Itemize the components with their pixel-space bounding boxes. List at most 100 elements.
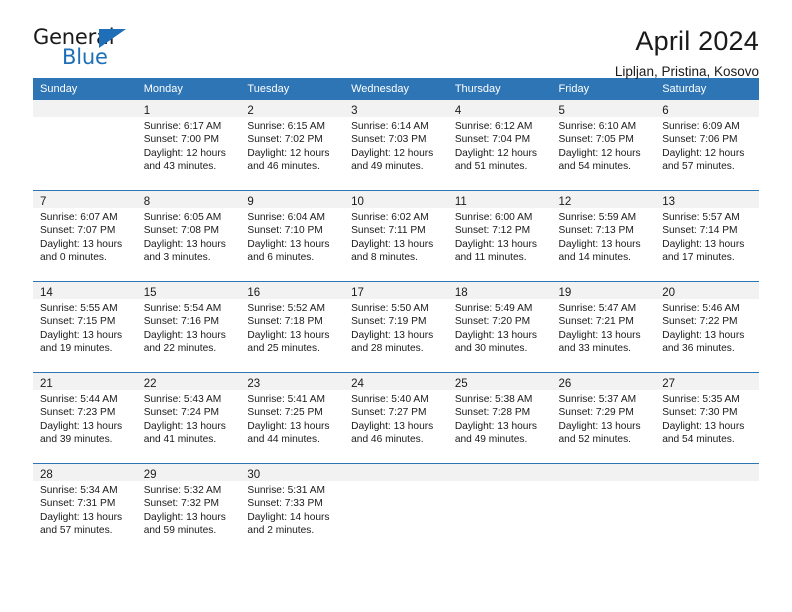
day-number-band: [447, 464, 552, 481]
day-number-band: 22: [136, 373, 241, 390]
daylight-text-line1: Daylight: 13 hours: [662, 420, 745, 432]
calendar-day-cell[interactable]: 6 Sunrise: 6:09 AM Sunset: 7:06 PM Daylight…: [655, 100, 759, 184]
calendar-day-cell[interactable]: [33, 100, 137, 184]
day-details: Sunrise: 6:17 AM Sunset: 7:00 PM Daylight:…: [137, 117, 241, 173]
day-number-band: 11: [447, 191, 552, 208]
calendar-day-cell[interactable]: 30 Sunrise: 5:31 AM Sunset: 7:33 PM Dayligh…: [240, 463, 345, 548]
calendar-day-cell[interactable]: [344, 463, 448, 548]
weekday-header-friday: Friday: [551, 78, 656, 100]
calendar-week-row: 14 Sunrise: 5:55 AM Sunset: 7:15 PM Dayligh…: [33, 281, 759, 366]
day-number: 2: [247, 105, 254, 117]
day-number-band: 9: [240, 191, 345, 208]
daylight-text-line2: and 57 minutes.: [662, 160, 735, 172]
sunset-text: Sunset: 7:28 PM: [454, 407, 531, 419]
calendar-day-cell[interactable]: 27 Sunrise: 5:35 AM Sunset: 7:30 PM Dayligh…: [655, 372, 759, 457]
sunset-text: Sunset: 7:08 PM: [143, 225, 220, 237]
calendar-week-row: 1 Sunrise: 6:17 AM Sunset: 7:00 PM Daylight…: [33, 100, 759, 184]
day-details: Sunrise: 5:37 AM Sunset: 7:29 PM Daylight:…: [552, 390, 656, 446]
daylight-text-line2: and 39 minutes.: [40, 433, 113, 445]
day-details: [344, 481, 448, 484]
day-number-band: 28: [33, 464, 137, 481]
sunset-text: Sunset: 7:05 PM: [558, 134, 634, 146]
day-details: Sunrise: 6:10 AM Sunset: 7:05 PM Daylight:…: [552, 117, 656, 173]
day-number-band: 7: [33, 191, 137, 208]
weekday-header-saturday: Saturday: [655, 78, 759, 100]
sunset-text: Sunset: 7:02 PM: [247, 134, 323, 146]
day-number-band: 8: [136, 191, 241, 208]
sunrise-text: Sunrise: 6:10 AM: [558, 121, 637, 132]
day-number-band: 23: [240, 373, 345, 390]
day-details: Sunrise: 5:49 AM Sunset: 7:20 PM Daylight:…: [448, 299, 552, 355]
daylight-text-line2: and 46 minutes.: [351, 433, 424, 445]
daylight-text-line1: Daylight: 13 hours: [247, 238, 330, 250]
calendar-day-cell[interactable]: 26 Sunrise: 5:37 AM Sunset: 7:29 PM Dayligh…: [551, 372, 656, 457]
calendar-day-cell[interactable]: [447, 463, 552, 548]
calendar-day-cell[interactable]: 4 Sunrise: 6:12 AM Sunset: 7:04 PM Daylight…: [447, 100, 552, 184]
day-number-band: [655, 464, 759, 481]
day-number-band: 25: [447, 373, 552, 390]
calendar-day-cell[interactable]: [655, 463, 759, 548]
calendar-day-cell[interactable]: 24 Sunrise: 5:40 AM Sunset: 7:27 PM Dayligh…: [344, 372, 448, 457]
day-number-band: 21: [33, 373, 137, 390]
day-number-band: 14: [33, 282, 137, 299]
sunrise-text: Sunrise: 6:12 AM: [454, 121, 533, 132]
daylight-text-line2: and 41 minutes.: [143, 433, 217, 445]
calendar-day-cell[interactable]: 10 Sunrise: 6:02 AM Sunset: 7:11 PM Dayligh…: [344, 190, 448, 275]
weekday-header-wednesday: Wednesday: [344, 78, 448, 100]
calendar-day-cell[interactable]: 7 Sunrise: 6:07 AM Sunset: 7:07 PM Daylight…: [33, 190, 137, 275]
calendar-day-cell[interactable]: 1 Sunrise: 6:17 AM Sunset: 7:00 PM Daylight…: [136, 100, 241, 184]
calendar-day-cell[interactable]: 16 Sunrise: 5:52 AM Sunset: 7:18 PM Dayligh…: [240, 281, 345, 366]
calendar-day-cell[interactable]: 25 Sunrise: 5:38 AM Sunset: 7:28 PM Dayligh…: [447, 372, 552, 457]
day-number-band: [344, 464, 448, 481]
calendar-day-cell[interactable]: 12 Sunrise: 5:59 AM Sunset: 7:13 PM Dayligh…: [551, 190, 656, 275]
sunrise-text: Sunrise: 5:44 AM: [40, 394, 118, 405]
sunrise-text: Sunrise: 6:14 AM: [351, 121, 429, 132]
calendar-day-cell[interactable]: 2 Sunrise: 6:15 AM Sunset: 7:02 PM Daylight…: [240, 100, 345, 184]
daylight-text-line1: Daylight: 13 hours: [40, 329, 123, 341]
calendar-day-cell[interactable]: 17 Sunrise: 5:50 AM Sunset: 7:19 PM Dayligh…: [344, 281, 448, 366]
day-cell-content: [33, 100, 137, 184]
daylight-text-line1: Daylight: 12 hours: [143, 147, 226, 159]
day-cell-content: 1 Sunrise: 6:17 AM Sunset: 7:00 PM Daylight…: [136, 100, 241, 184]
page-subtitle: Lipljan, Pristina, Kosovo: [614, 64, 759, 79]
calendar-day-cell[interactable]: 28 Sunrise: 5:34 AM Sunset: 7:31 PM Dayligh…: [33, 463, 137, 548]
daylight-text-line1: Daylight: 13 hours: [351, 238, 434, 250]
calendar-day-cell[interactable]: 22 Sunrise: 5:43 AM Sunset: 7:24 PM Dayligh…: [136, 372, 241, 457]
calendar-day-cell[interactable]: 19 Sunrise: 5:47 AM Sunset: 7:21 PM Dayligh…: [551, 281, 656, 366]
calendar-day-cell[interactable]: 14 Sunrise: 5:55 AM Sunset: 7:15 PM Dayligh…: [33, 281, 137, 366]
sunrise-text: Sunrise: 5:59 AM: [558, 212, 637, 223]
calendar-day-cell[interactable]: [551, 463, 656, 548]
sunset-text: Sunset: 7:16 PM: [143, 316, 220, 328]
daylight-text-line2: and 14 minutes.: [558, 251, 632, 263]
daylight-text-line2: and 11 minutes.: [454, 251, 527, 263]
day-details: Sunrise: 5:41 AM Sunset: 7:25 PM Daylight:…: [240, 390, 344, 446]
calendar-day-cell[interactable]: 13 Sunrise: 5:57 AM Sunset: 7:14 PM Dayligh…: [655, 190, 759, 275]
daylight-text-line1: Daylight: 12 hours: [247, 147, 330, 159]
daylight-text-line1: Daylight: 12 hours: [454, 147, 537, 159]
calendar-day-cell[interactable]: 15 Sunrise: 5:54 AM Sunset: 7:16 PM Dayligh…: [136, 281, 241, 366]
sunset-text: Sunset: 7:18 PM: [247, 316, 323, 328]
sunset-text: Sunset: 7:06 PM: [662, 134, 738, 146]
day-details: [655, 481, 759, 484]
sunset-text: Sunset: 7:21 PM: [558, 316, 634, 328]
day-number: 12: [558, 196, 572, 208]
general-blue-logo[interactable]: General Blue: [33, 26, 137, 72]
calendar-day-cell[interactable]: 5 Sunrise: 6:10 AM Sunset: 7:05 PM Daylight…: [551, 100, 656, 184]
calendar-day-cell[interactable]: 18 Sunrise: 5:49 AM Sunset: 7:20 PM Dayligh…: [447, 281, 552, 366]
sunrise-text: Sunrise: 5:52 AM: [247, 303, 325, 314]
daylight-text-line2: and 0 minutes.: [40, 251, 107, 263]
calendar-day-cell[interactable]: 23 Sunrise: 5:41 AM Sunset: 7:25 PM Dayligh…: [240, 372, 345, 457]
calendar-day-cell[interactable]: 29 Sunrise: 5:32 AM Sunset: 7:32 PM Dayligh…: [136, 463, 241, 548]
calendar-day-cell[interactable]: 21 Sunrise: 5:44 AM Sunset: 7:23 PM Dayligh…: [33, 372, 137, 457]
sunrise-text: Sunrise: 5:41 AM: [247, 394, 325, 405]
calendar-day-cell[interactable]: 8 Sunrise: 6:05 AM Sunset: 7:08 PM Daylight…: [136, 190, 241, 275]
daylight-text-line2: and 52 minutes.: [558, 433, 632, 445]
calendar-day-cell[interactable]: 9 Sunrise: 6:04 AM Sunset: 7:10 PM Daylight…: [240, 190, 345, 275]
daylight-text-line2: and 54 minutes.: [662, 433, 735, 445]
day-number: 16: [247, 287, 261, 299]
calendar-day-cell[interactable]: 3 Sunrise: 6:14 AM Sunset: 7:03 PM Daylight…: [344, 100, 448, 184]
calendar-day-cell[interactable]: 11 Sunrise: 6:00 AM Sunset: 7:12 PM Dayligh…: [447, 190, 552, 275]
day-number-band: 3: [344, 100, 448, 117]
daylight-text-line1: Daylight: 13 hours: [143, 511, 226, 523]
calendar-day-cell[interactable]: 20 Sunrise: 5:46 AM Sunset: 7:22 PM Dayligh…: [655, 281, 759, 366]
